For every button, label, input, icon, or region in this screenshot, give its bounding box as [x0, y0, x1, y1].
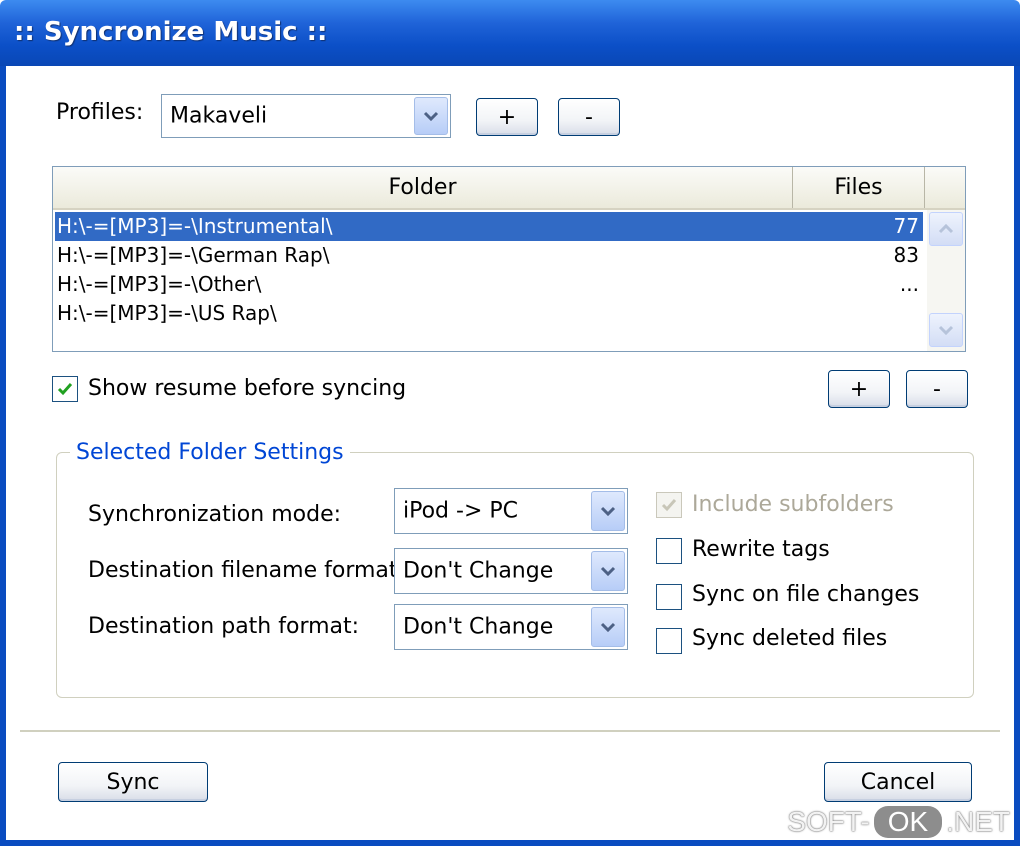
rewrite-tags-checkbox[interactable] [656, 538, 682, 564]
sync-mode-value: iPod -> PC [403, 498, 519, 524]
vertical-scrollbar[interactable] [927, 210, 965, 351]
column-header-blank [925, 167, 965, 208]
file-count: 83 [893, 243, 919, 267]
checkmark-icon [661, 499, 677, 512]
sync-button[interactable]: Sync [58, 762, 208, 802]
sync-on-changes-checkbox[interactable] [656, 584, 682, 610]
add-profile-button[interactable]: + [476, 98, 538, 136]
sync-on-changes-label[interactable]: Sync on file changes [692, 582, 919, 607]
title-bar[interactable]: :: Syncronize Music :: [0, 0, 1020, 66]
path-format-dropdown[interactable]: Don't Change [394, 604, 628, 650]
path-format-label: Destination path format: [88, 614, 360, 639]
checkmark-icon [57, 383, 73, 396]
scroll-up-icon[interactable] [929, 212, 963, 246]
cancel-button[interactable]: Cancel [824, 762, 972, 802]
window-title: :: Syncronize Music :: [14, 17, 328, 47]
list-item[interactable]: H:\-=[MP3]=-\Other\ ... [55, 270, 923, 299]
filename-format-dropdown[interactable]: Don't Change [394, 548, 628, 594]
list-item[interactable]: H:\-=[MP3]=-\Instrumental\ 77 [54, 211, 924, 242]
file-count: 77 [893, 214, 919, 238]
profiles-label: Profiles: [56, 100, 144, 125]
list-item[interactable]: H:\-=[MP3]=-\US Rap\ [55, 299, 923, 328]
folder-list[interactable]: Folder Files H:\-=[MP3]=-\Instrumental\ … [52, 166, 966, 352]
chevron-down-icon[interactable] [414, 97, 448, 135]
folder-list-header: Folder Files [53, 167, 965, 210]
add-folder-button[interactable]: + [828, 370, 890, 408]
watermark-right: .NET [946, 806, 1010, 837]
folder-path: H:\-=[MP3]=-\Other\ [57, 272, 262, 296]
file-count: ... [899, 272, 919, 296]
scroll-down-icon[interactable] [929, 313, 963, 347]
include-subfolders-checkbox[interactable] [656, 492, 682, 518]
divider [20, 730, 1000, 732]
folder-path: H:\-=[MP3]=-\Instrumental\ [57, 214, 333, 238]
path-format-value: Don't Change [403, 614, 554, 640]
remove-profile-button[interactable]: - [558, 98, 620, 136]
column-header-folder[interactable]: Folder [53, 167, 793, 208]
sync-mode-dropdown[interactable]: iPod -> PC [394, 488, 628, 534]
folder-path: H:\-=[MP3]=-\US Rap\ [57, 301, 277, 325]
watermark: SOFT- OK .NET [787, 806, 1010, 838]
include-subfolders-label: Include subfolders [692, 492, 894, 517]
watermark-mid: OK [873, 806, 943, 838]
filename-format-value: Don't Change [403, 558, 554, 584]
rewrite-tags-label[interactable]: Rewrite tags [692, 537, 830, 562]
chevron-down-icon[interactable] [591, 491, 625, 531]
sync-deleted-label[interactable]: Sync deleted files [692, 626, 887, 651]
column-header-files[interactable]: Files [793, 167, 925, 208]
folder-settings-title: Selected Folder Settings [70, 440, 350, 465]
show-resume-checkbox[interactable] [52, 376, 78, 402]
remove-folder-button[interactable]: - [906, 370, 968, 408]
folder-path: H:\-=[MP3]=-\German Rap\ [57, 243, 330, 267]
sync-mode-label: Synchronization mode: [88, 502, 342, 527]
filename-format-label: Destination filename format: [88, 558, 405, 583]
sync-deleted-checkbox[interactable] [656, 628, 682, 654]
watermark-left: SOFT- [787, 806, 870, 837]
profiles-selected: Makaveli [170, 103, 268, 129]
profiles-dropdown[interactable]: Makaveli [161, 94, 451, 138]
chevron-down-icon[interactable] [591, 551, 625, 591]
show-resume-label[interactable]: Show resume before syncing [88, 376, 406, 401]
list-item[interactable]: H:\-=[MP3]=-\German Rap\ 83 [55, 241, 923, 270]
chevron-down-icon[interactable] [591, 607, 625, 647]
